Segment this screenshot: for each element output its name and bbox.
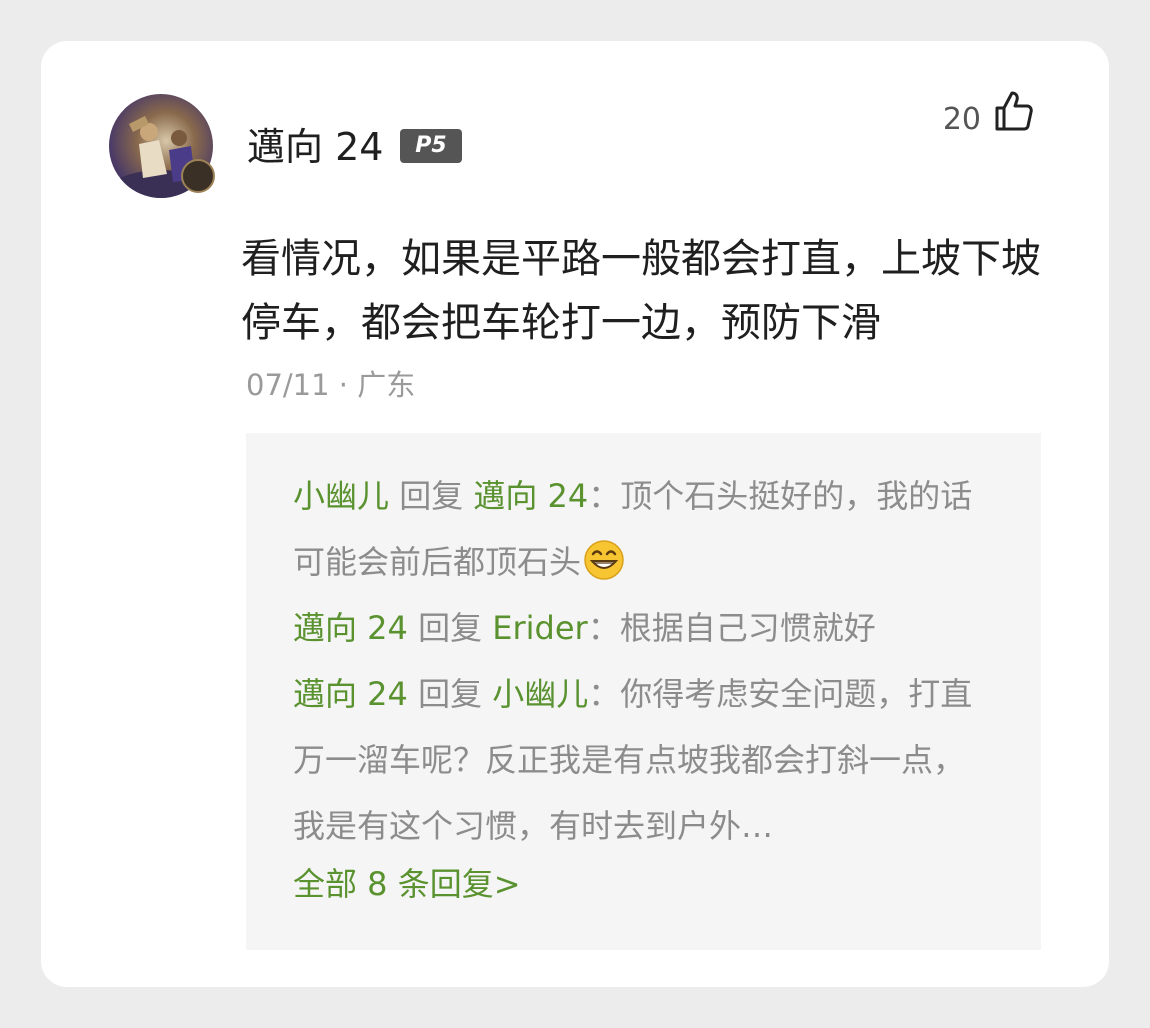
reply-text: 根据自己习惯就好 xyxy=(619,609,876,647)
reply-verb: 回复 xyxy=(399,477,464,515)
reply-author[interactable]: 邁向 24 xyxy=(293,609,408,647)
reply-author[interactable]: 邁向 24 xyxy=(293,675,408,713)
reply-colon: ： xyxy=(587,609,620,647)
comment-date: 07/11 xyxy=(246,368,330,402)
avatar-badge-icon xyxy=(181,159,215,193)
reply-target[interactable]: 邁向 24 xyxy=(473,477,588,515)
reply-verb: 回复 xyxy=(418,675,483,713)
username[interactable]: 邁向 24 xyxy=(247,121,383,173)
level-badge: P5 xyxy=(400,129,462,163)
grinning-face-emoji-icon xyxy=(584,540,624,580)
comment-meta: 07/11 · 广东 xyxy=(246,363,415,407)
like-count: 20 xyxy=(942,102,981,137)
reply-target[interactable]: 小幽儿 xyxy=(492,675,588,713)
reply-item[interactable]: 邁向 24 回复 小幽儿：你得考虑安全问题，打直万一溜车呢？反正我是有点坡我都会… xyxy=(293,661,993,859)
reply-item[interactable]: 邁向 24 回复 Erider：根据自己习惯就好 xyxy=(293,595,993,661)
comment-text: 看情况，如果是平路一般都会打直，上坡下坡停车，都会把车轮打一边，预防下滑 xyxy=(241,236,1041,346)
view-all-replies-link[interactable]: 全部 8 条回复> xyxy=(293,859,521,909)
reply-item[interactable]: 小幽儿 回复 邁向 24：顶个石头挺好的，我的话可能会前后都顶石头 xyxy=(293,463,993,595)
reply-colon: ： xyxy=(588,477,621,515)
reply-colon: ： xyxy=(588,675,621,713)
reply-text: 顶个石头挺好的，我的话可能会前后都顶石头 xyxy=(293,477,973,581)
reply-verb: 回复 xyxy=(418,609,483,647)
reply-target[interactable]: Erider xyxy=(492,609,587,647)
thumbs-up-icon[interactable] xyxy=(991,89,1035,133)
replies-panel: 小幽儿 回复 邁向 24：顶个石头挺好的，我的话可能会前后都顶石头 邁向 24 … xyxy=(246,433,1041,950)
comment-card: 邁向 24 P5 20 看情况，如果是平路一般都会打直，上坡下坡停车，都会把车轮… xyxy=(41,41,1109,987)
comment-location: 广东 xyxy=(357,368,416,402)
meta-separator: · xyxy=(329,368,358,402)
reply-author[interactable]: 小幽儿 xyxy=(293,477,389,515)
